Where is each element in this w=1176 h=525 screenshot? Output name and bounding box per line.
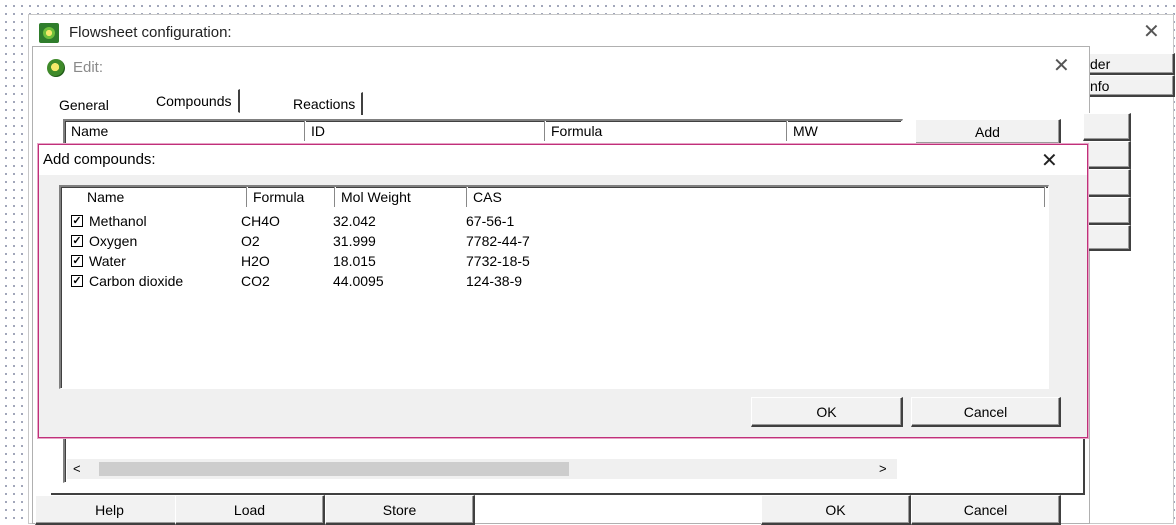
- checkbox[interactable]: ✓: [71, 275, 83, 287]
- tab-general-label: General: [59, 97, 109, 113]
- checkbox[interactable]: ✓: [71, 215, 83, 227]
- table-row[interactable]: ✓ Carbon dioxide CO2 44.0095 124-38-9: [71, 271, 522, 291]
- row-cas: 7782-44-7: [466, 233, 530, 249]
- row-name: Carbon dioxide: [89, 273, 184, 289]
- flowsheet-title: Flowsheet configuration:: [69, 24, 232, 41]
- dialog-cancel-label: Cancel: [963, 403, 1008, 420]
- side-button-5[interactable]: [1083, 197, 1131, 225]
- close-icon[interactable]: ✕: [1053, 55, 1070, 75]
- load-button[interactable]: Load: [175, 495, 325, 525]
- col-name[interactable]: Name: [61, 187, 247, 207]
- table-row[interactable]: ✓ Oxygen O2 31.999 7782-44-7: [71, 231, 530, 251]
- side-button-2[interactable]: [1083, 113, 1131, 141]
- store-label: Store: [382, 501, 417, 518]
- help-button[interactable]: Help: [35, 495, 185, 525]
- dialog-cancel-button[interactable]: Cancel: [911, 397, 1061, 427]
- edit-title: Edit:: [73, 59, 104, 76]
- row-name: Water: [89, 253, 126, 269]
- checkbox[interactable]: ✓: [71, 255, 83, 267]
- dialog-ok-button[interactable]: OK: [751, 397, 903, 427]
- row-formula: H2O: [241, 253, 270, 269]
- side-button-3[interactable]: [1083, 141, 1131, 169]
- row-formula: CO2: [241, 273, 270, 289]
- row-cas: 124-38-9: [466, 273, 523, 289]
- tab-reactions-label: Reactions: [293, 96, 356, 112]
- load-label: Load: [233, 501, 266, 518]
- tab-reactions[interactable]: Reactions: [287, 92, 364, 115]
- dialog-ok-label: OK: [816, 403, 837, 420]
- edit-app-icon: [47, 59, 65, 77]
- col-name[interactable]: Name: [65, 121, 305, 141]
- dialog-titlebar: Add compounds: ✕: [39, 145, 1087, 175]
- horizontal-scrollbar[interactable]: < >: [67, 459, 897, 479]
- add-compounds-dialog: Add compounds: ✕ Name Formula Mol Weight…: [38, 144, 1088, 438]
- col-formula[interactable]: Formula: [247, 187, 335, 207]
- row-cas: 67-56-1: [466, 213, 515, 229]
- scroll-right-arrow[interactable]: >: [879, 461, 887, 476]
- compounds-search-list[interactable]: Name Formula Mol Weight CAS ✓ Methanol C…: [59, 185, 1049, 389]
- add-button[interactable]: Add: [915, 119, 1061, 145]
- table-row[interactable]: ✓ Methanol CH4O 32.042 67-56-1: [71, 211, 514, 231]
- dialog-title: Add compounds:: [43, 151, 156, 168]
- app-icon: [39, 23, 59, 43]
- cancel-button[interactable]: Cancel: [911, 495, 1061, 525]
- search-list-header: Name Formula Mol Weight CAS: [61, 187, 1047, 207]
- tab-compounds[interactable]: Compounds: [149, 89, 240, 113]
- side-button-6[interactable]: [1083, 225, 1131, 251]
- tab-right-1-label: der: [1090, 55, 1111, 72]
- ok-label: OK: [825, 501, 846, 518]
- row-formula: CH4O: [241, 213, 280, 229]
- col-formula[interactable]: Formula: [545, 121, 787, 141]
- checkbox[interactable]: ✓: [71, 235, 83, 247]
- tab-right-2[interactable]: nfo: [1085, 75, 1175, 97]
- table-row[interactable]: ✓ Water H2O 18.015 7732-18-5: [71, 251, 530, 271]
- col-cas[interactable]: CAS: [467, 187, 1045, 207]
- tab-general[interactable]: General: [53, 93, 115, 116]
- tab-right-2-label: nfo: [1090, 77, 1110, 94]
- store-button[interactable]: Store: [325, 495, 475, 525]
- row-cas: 7732-18-5: [466, 253, 530, 269]
- scroll-left-arrow[interactable]: <: [73, 461, 81, 476]
- ok-button[interactable]: OK: [761, 495, 911, 525]
- help-label: Help: [95, 501, 124, 518]
- row-name: Oxygen: [89, 233, 138, 249]
- tab-right-1[interactable]: der: [1085, 53, 1175, 75]
- row-mw: 32.042: [333, 213, 376, 229]
- row-name: Methanol: [89, 213, 147, 229]
- compounds-list-header: Name ID Formula MW: [65, 121, 901, 141]
- tab-compounds-label: Compounds: [156, 93, 232, 109]
- close-icon[interactable]: ✕: [1041, 150, 1058, 170]
- add-button-label: Add: [975, 123, 1000, 140]
- col-id[interactable]: ID: [305, 121, 545, 141]
- col-mol-weight[interactable]: Mol Weight: [335, 187, 467, 207]
- row-formula: O2: [241, 233, 260, 249]
- row-mw: 18.015: [333, 253, 376, 269]
- row-mw: 44.0095: [333, 273, 384, 289]
- col-mw[interactable]: MW: [787, 121, 901, 141]
- scrollbar-thumb[interactable]: [99, 462, 569, 476]
- row-mw: 31.999: [333, 233, 376, 249]
- close-icon[interactable]: ✕: [1143, 21, 1160, 41]
- cancel-label: Cancel: [963, 501, 1008, 518]
- side-button-4[interactable]: [1083, 169, 1131, 197]
